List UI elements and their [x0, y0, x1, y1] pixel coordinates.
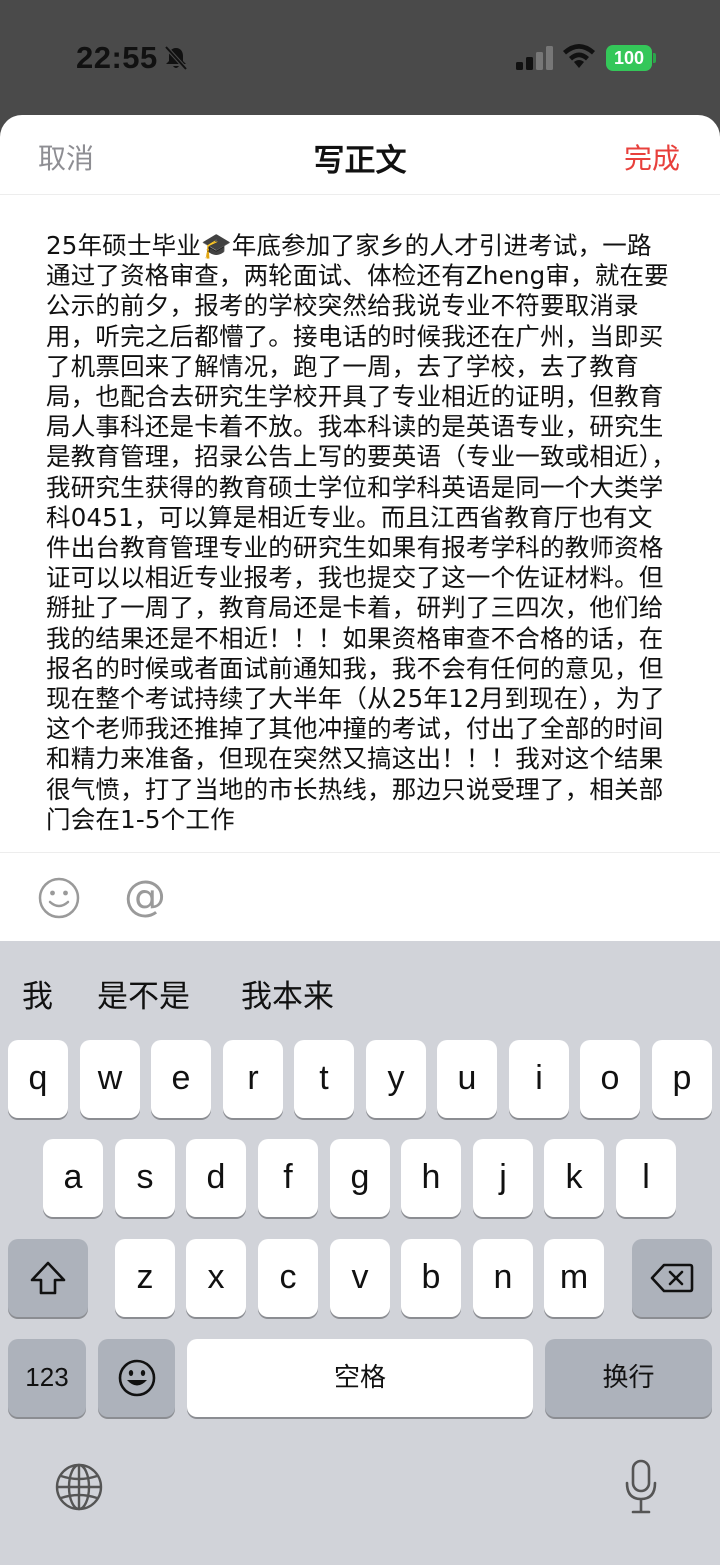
key-g[interactable]: g — [330, 1139, 390, 1217]
smiley-icon[interactable] — [38, 877, 80, 919]
compose-toolbar: @ — [0, 852, 720, 942]
nav-bar: 取消 写正文 完成 — [0, 115, 720, 195]
key-n[interactable]: n — [473, 1239, 533, 1317]
microphone-icon[interactable] — [624, 1459, 658, 1515]
bell-slash-icon — [164, 45, 188, 71]
wifi-icon — [563, 44, 595, 68]
body-text-editor[interactable]: 25年硕士毕业🎓年底参加了家乡的人才引进考试，一路通过了资格审查，两轮面试、体检… — [46, 231, 676, 831]
emoji-key[interactable] — [98, 1339, 175, 1417]
key-c[interactable]: c — [258, 1239, 318, 1317]
key-y[interactable]: y — [366, 1040, 426, 1118]
key-d[interactable]: d — [186, 1139, 246, 1217]
mention-button[interactable]: @ — [124, 871, 166, 920]
key-z[interactable]: z — [115, 1239, 175, 1317]
key-p[interactable]: p — [652, 1040, 712, 1118]
page-title: 写正文 — [313, 143, 407, 179]
shift-key[interactable] — [8, 1239, 88, 1317]
candidate-2[interactable]: 是不是 — [97, 971, 190, 1016]
key-k[interactable]: k — [544, 1139, 604, 1217]
key-s[interactable]: s — [115, 1139, 175, 1217]
battery-icon: 100 — [606, 45, 656, 71]
status-time: 22:55 — [76, 40, 158, 75]
cellular-signal-icon — [516, 46, 553, 70]
candidate-3[interactable]: 我本来 — [241, 971, 334, 1016]
key-v[interactable]: v — [330, 1239, 390, 1317]
key-q[interactable]: q — [8, 1040, 68, 1118]
space-key[interactable]: 空格 — [187, 1339, 533, 1417]
done-button[interactable]: 完成 — [624, 137, 680, 177]
key-f[interactable]: f — [258, 1139, 318, 1217]
shift-icon — [30, 1261, 66, 1295]
battery-level: 100 — [606, 45, 652, 71]
candidate-bar: 我 是不是 我本来 — [0, 941, 720, 1031]
key-u[interactable]: u — [437, 1040, 497, 1118]
key-i[interactable]: i — [509, 1040, 569, 1118]
key-l[interactable]: l — [616, 1139, 676, 1217]
key-w[interactable]: w — [80, 1040, 140, 1118]
return-key[interactable]: 换行 — [545, 1339, 712, 1417]
emoji-icon — [118, 1359, 155, 1397]
key-b[interactable]: b — [401, 1239, 461, 1317]
key-o[interactable]: o — [580, 1040, 640, 1118]
key-h[interactable]: h — [401, 1139, 461, 1217]
status-bar: 22:55 100 — [0, 0, 720, 115]
key-r[interactable]: r — [223, 1040, 283, 1118]
globe-icon[interactable] — [54, 1462, 104, 1512]
key-x[interactable]: x — [186, 1239, 246, 1317]
keyboard: 我 是不是 我本来 q w e r t y u i o p a s d f g … — [0, 941, 720, 1565]
delete-icon — [650, 1263, 694, 1293]
key-a[interactable]: a — [43, 1139, 103, 1217]
candidate-1[interactable]: 我 — [22, 971, 53, 1016]
numbers-key[interactable]: 123 — [8, 1339, 86, 1417]
key-e[interactable]: e — [151, 1040, 211, 1118]
key-m[interactable]: m — [544, 1239, 604, 1317]
delete-key[interactable] — [632, 1239, 712, 1317]
key-j[interactable]: j — [473, 1139, 533, 1217]
battery-tip — [653, 53, 656, 63]
body-text: 25年硕士毕业🎓年底参加了家乡的人才引进考试，一路通过了资格审查，两轮面试、体检… — [46, 231, 676, 831]
key-t[interactable]: t — [294, 1040, 354, 1118]
